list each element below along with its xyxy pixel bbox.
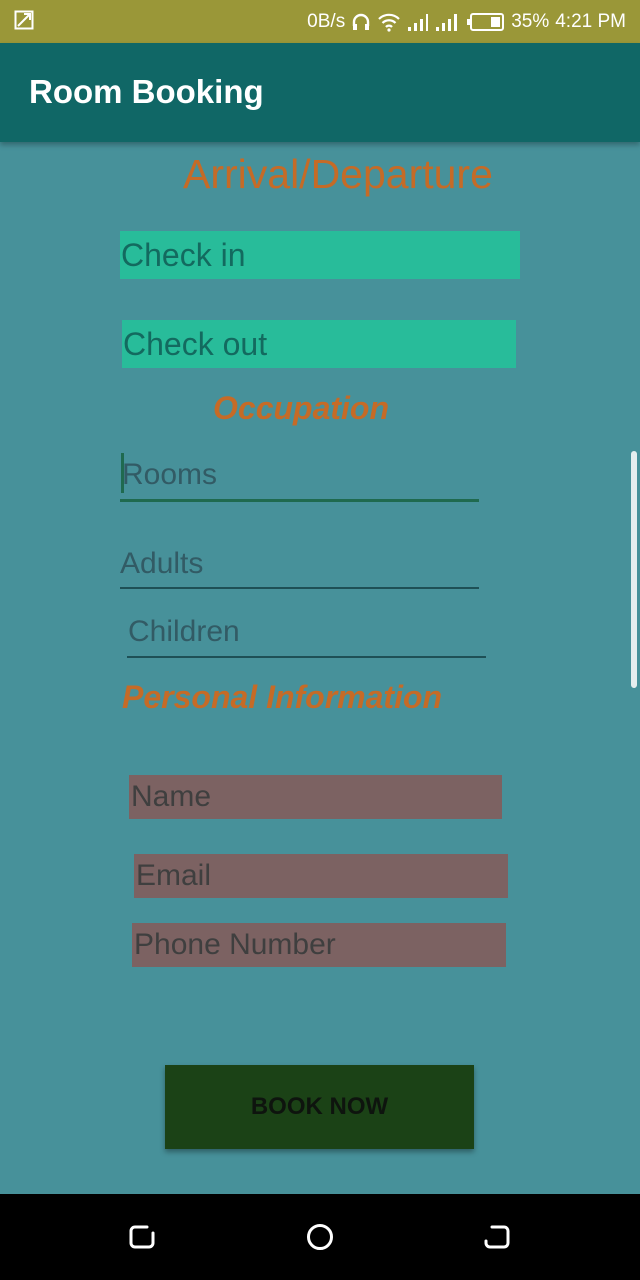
app-bar: Room Booking xyxy=(0,43,640,142)
children-placeholder: Children xyxy=(128,615,240,648)
wifi-icon xyxy=(378,13,400,32)
clock: 4:21 PM xyxy=(555,10,626,32)
app-title: Room Booking xyxy=(29,73,264,110)
signal-icon xyxy=(436,13,458,31)
status-bar: 0B/s 35% 4:21 PM xyxy=(0,0,640,43)
name-input[interactable]: Name xyxy=(129,775,502,819)
children-input[interactable]: Children xyxy=(127,607,486,658)
children-underline xyxy=(127,656,486,658)
rooms-input[interactable]: Rooms xyxy=(120,450,479,502)
check-out-button[interactable]: Check out xyxy=(122,320,516,368)
rooms-underline xyxy=(120,499,479,502)
check-in-button[interactable]: Check in xyxy=(120,231,520,279)
rooms-placeholder: Rooms xyxy=(122,458,218,491)
back-icon[interactable] xyxy=(124,1219,160,1255)
screen-cast-icon xyxy=(14,10,34,30)
screen: 0B/s 35% 4:21 PM Room Booking Arrival/De… xyxy=(0,0,640,1280)
signal-icon xyxy=(408,13,429,31)
adults-underline xyxy=(120,587,479,589)
headphones-icon xyxy=(353,13,370,30)
navigation-bar xyxy=(0,1194,640,1280)
recent-apps-icon[interactable] xyxy=(479,1219,515,1255)
email-input[interactable]: Email xyxy=(134,854,508,898)
battery-percent: 35% xyxy=(511,10,550,32)
home-icon[interactable] xyxy=(302,1219,338,1255)
battery-icon xyxy=(467,12,505,31)
scrollbar[interactable] xyxy=(631,451,637,688)
network-speed: 0B/s xyxy=(307,10,346,32)
personal-information-heading: Personal Information xyxy=(122,679,443,715)
arrival-departure-heading: Arrival/Departure xyxy=(183,151,493,197)
adults-placeholder: Adults xyxy=(120,547,204,580)
occupation-heading: Occupation xyxy=(213,390,390,426)
book-now-button[interactable]: BOOK NOW xyxy=(165,1065,474,1149)
phone-number-input[interactable]: Phone Number xyxy=(132,923,506,967)
adults-input[interactable]: Adults xyxy=(120,539,479,589)
